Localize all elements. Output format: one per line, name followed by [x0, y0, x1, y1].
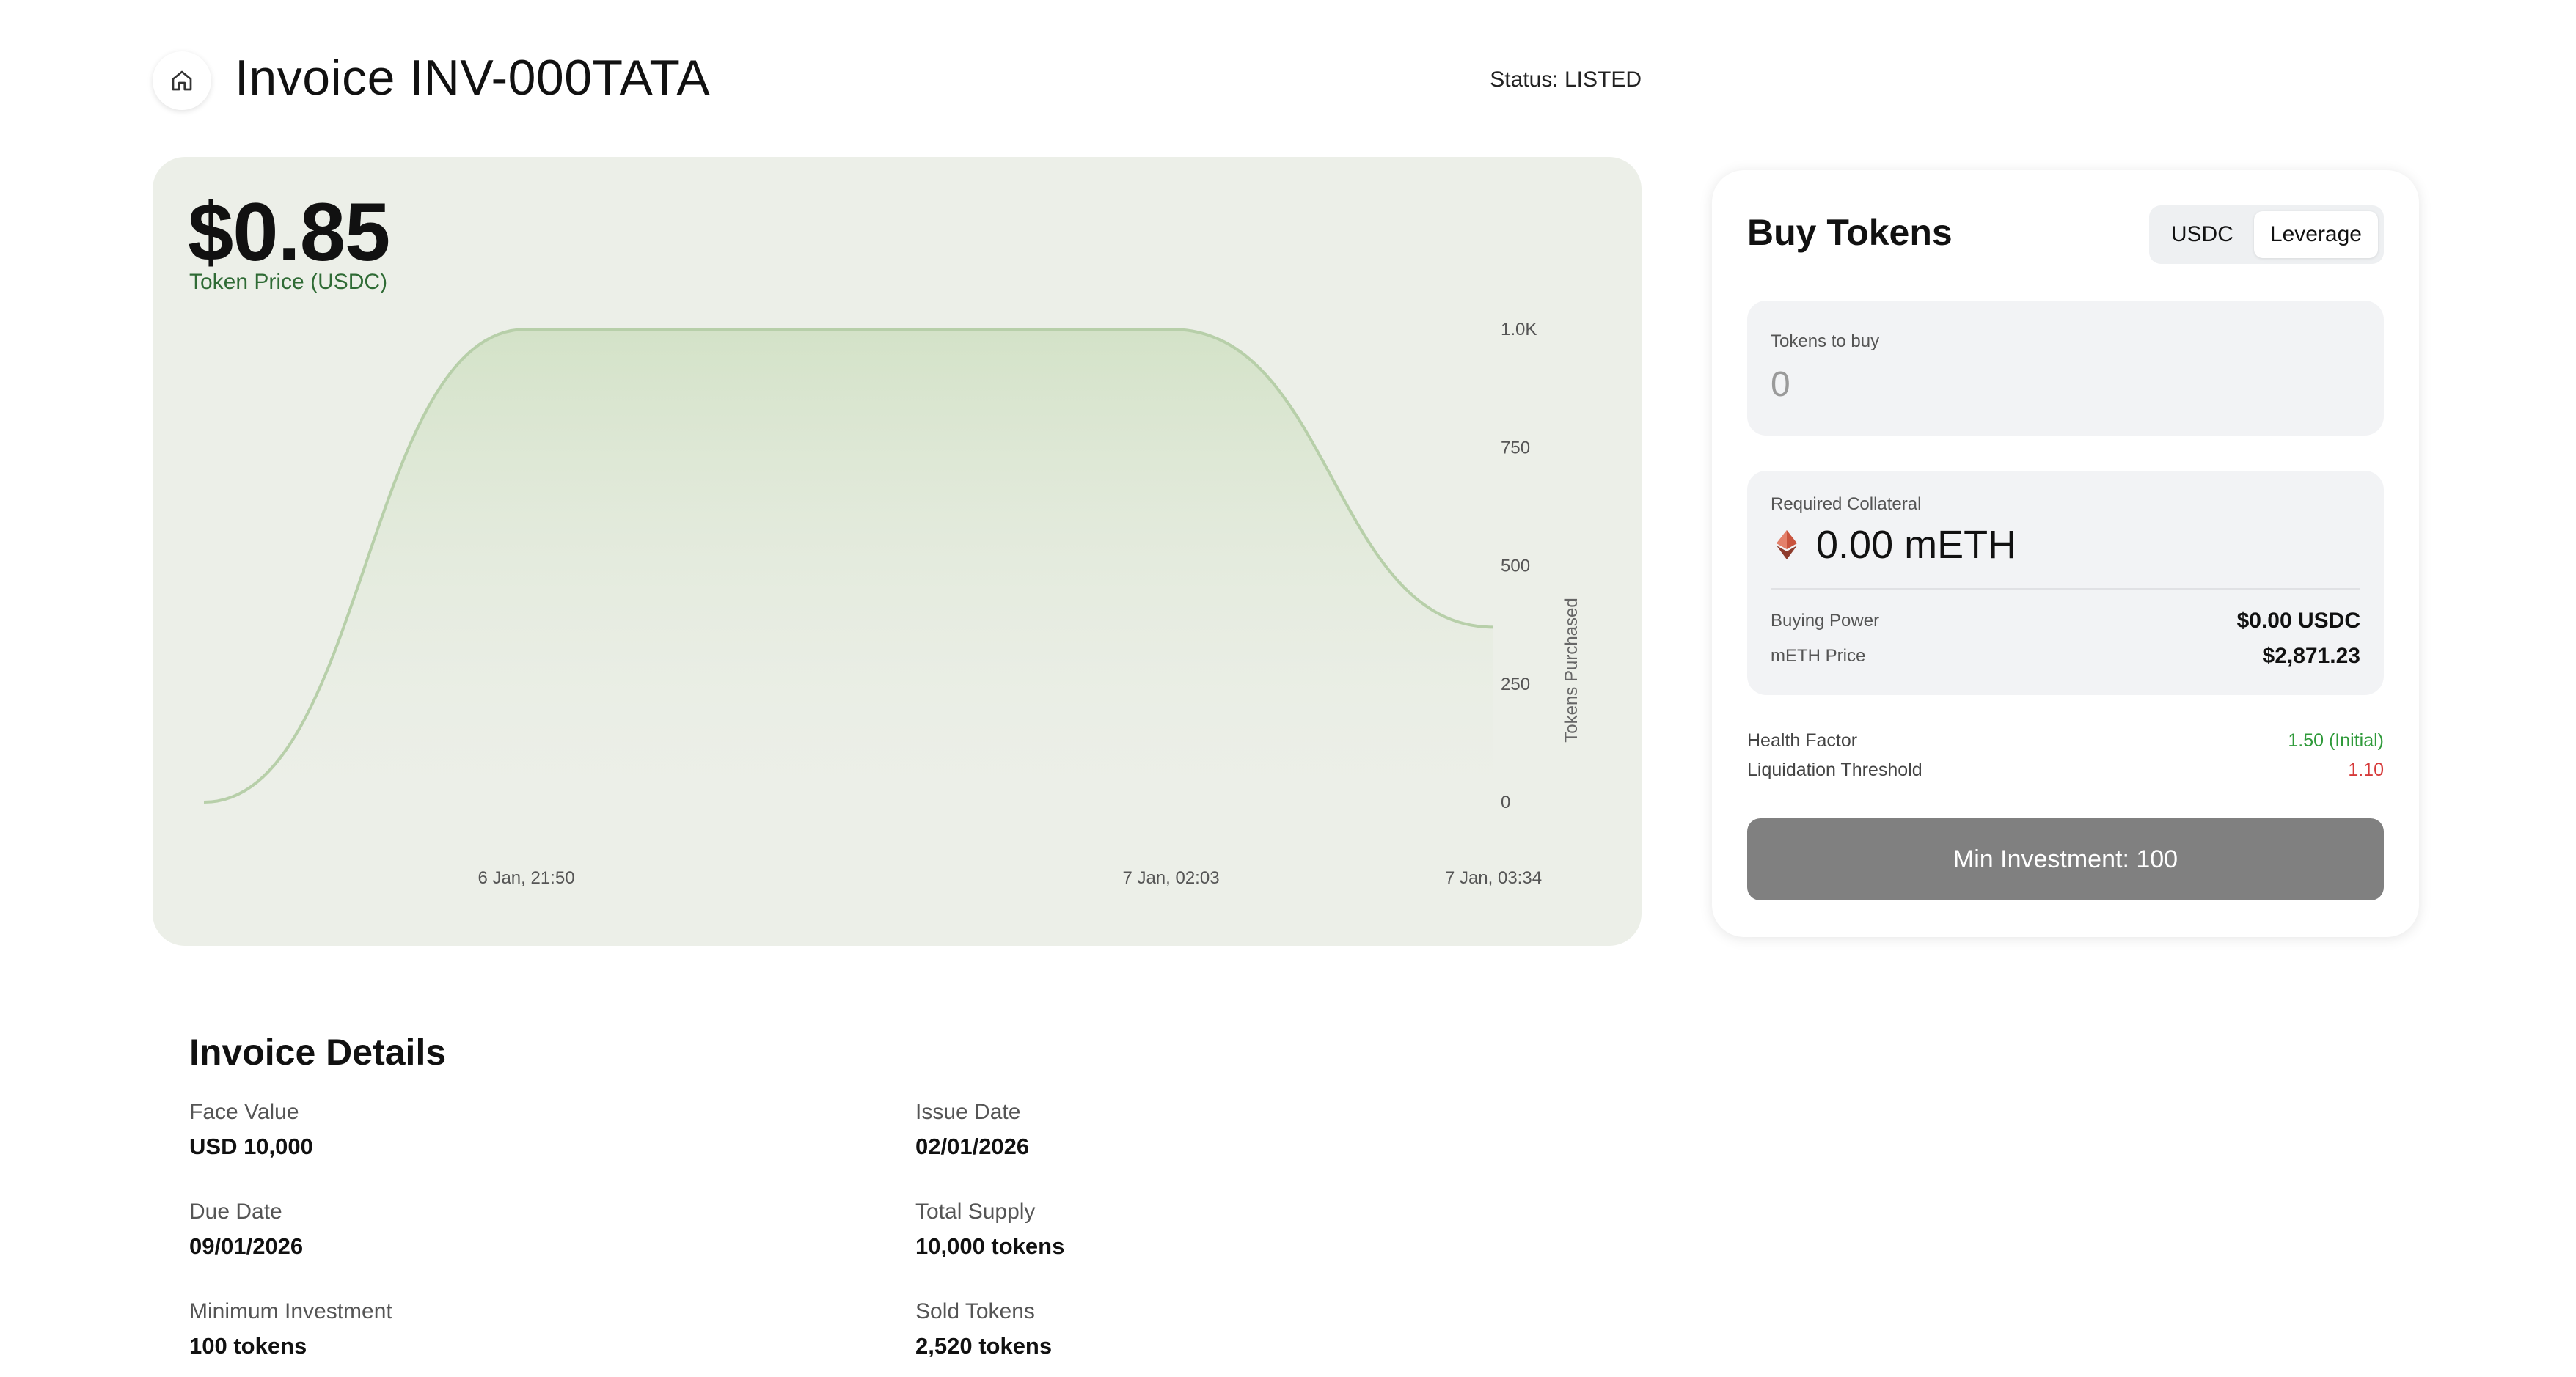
buying-power-value: $0.00 USDC — [2236, 609, 2360, 633]
collateral-box: Required Collateral 0.00 mETH Buying Pow… — [1747, 471, 2384, 695]
min-investment-button[interactable]: Min Investment: 100 — [1747, 818, 2384, 900]
price-chart-card: 0 250 500 750 1.0K 6 Jan, 21:50 7 Jan, 02:03 7… — [153, 157, 1642, 946]
detail-value: 2,520 tokens — [915, 1333, 1053, 1359]
x-tick-label: 6 Jan, 21:50 — [477, 868, 574, 888]
health-factor-row: Health Factor 1.50 (Initial) — [1747, 730, 2384, 752]
collateral-divider — [1771, 588, 2360, 590]
meth-price-row: mETH Price $2,871.23 — [1771, 644, 2360, 669]
home-button[interactable] — [153, 51, 211, 110]
buy-tokens-title: Buy Tokens — [1747, 212, 1953, 253]
liquidation-threshold-value: 1.10 — [2348, 760, 2384, 780]
required-collateral-value: 0.00 mETH — [1816, 523, 2017, 567]
detail-label: Issue Date — [915, 1100, 1021, 1124]
detail-value: 09/01/2026 — [189, 1233, 304, 1259]
page-title: Invoice INV-000TATA — [235, 50, 711, 106]
y-axis-label: Tokens Purchased — [1562, 598, 1581, 742]
y-tick-label: 250 — [1501, 675, 1530, 694]
buy-tokens-panel: Buy Tokens USDC Leverage Tokens to buy R… — [1712, 170, 2419, 937]
tokens-to-buy-box: Tokens to buy — [1747, 301, 2384, 436]
detail-issue-date: Issue Date 02/01/2026 — [915, 1100, 1502, 1160]
detail-value: 10,000 tokens — [915, 1233, 1065, 1259]
y-tick-label: 500 — [1501, 557, 1530, 576]
token-price: $0.85 — [188, 186, 390, 278]
health-factor-label: Health Factor — [1747, 730, 1858, 751]
buying-power-row: Buying Power $0.00 USDC — [1771, 609, 2360, 634]
x-tick-label: 7 Jan, 03:34 — [1445, 868, 1542, 888]
detail-label: Face Value — [189, 1100, 299, 1124]
meth-price-label: mETH Price — [1771, 646, 1866, 666]
detail-minimum-investment: Minimum Investment 100 tokens — [189, 1299, 776, 1359]
meth-price-value: $2,871.23 — [2262, 644, 2360, 668]
liquidation-threshold-row: Liquidation Threshold 1.10 — [1747, 760, 2384, 781]
tokens-to-buy-input[interactable] — [1769, 358, 2344, 411]
y-tick-label: 750 — [1501, 438, 1530, 458]
chart-area — [204, 329, 1493, 802]
x-tick-label: 7 Jan, 02:03 — [1122, 868, 1219, 888]
token-price-label: Token Price (USDC) — [189, 270, 388, 294]
detail-label: Due Date — [189, 1200, 282, 1224]
toggle-leverage[interactable]: Leverage — [2253, 211, 2378, 258]
detail-value: 100 tokens — [189, 1333, 307, 1359]
buying-power-label: Buying Power — [1771, 611, 1880, 631]
liquidation-threshold-label: Liquidation Threshold — [1747, 760, 1922, 780]
required-collateral-label: Required Collateral — [1771, 494, 1922, 514]
detail-face-value: Face Value USD 10,000 — [189, 1100, 776, 1160]
detail-label: Total Supply — [915, 1200, 1036, 1224]
detail-value: 02/01/2026 — [915, 1134, 1030, 1159]
toggle-usdc[interactable]: USDC — [2155, 211, 2250, 258]
detail-sold-tokens: Sold Tokens 2,520 tokens — [915, 1299, 1502, 1359]
home-icon — [172, 70, 192, 91]
detail-total-supply: Total Supply 10,000 tokens — [915, 1200, 1502, 1260]
health-factor-value: 1.50 (Initial) — [2288, 730, 2384, 751]
status-badge: Status: LISTED — [1490, 67, 1642, 92]
y-tick-label: 1.0K — [1501, 320, 1537, 339]
detail-label: Minimum Investment — [189, 1299, 392, 1323]
invoice-details-title: Invoice Details — [189, 1032, 447, 1073]
detail-value: USD 10,000 — [189, 1134, 313, 1159]
y-tick-label: 0 — [1501, 793, 1510, 812]
meth-token-icon — [1777, 530, 1797, 559]
currency-toggle: USDC Leverage — [2148, 205, 2384, 264]
detail-label: Sold Tokens — [915, 1299, 1035, 1323]
detail-due-date: Due Date 09/01/2026 — [189, 1200, 776, 1260]
tokens-to-buy-label: Tokens to buy — [1771, 331, 1880, 351]
